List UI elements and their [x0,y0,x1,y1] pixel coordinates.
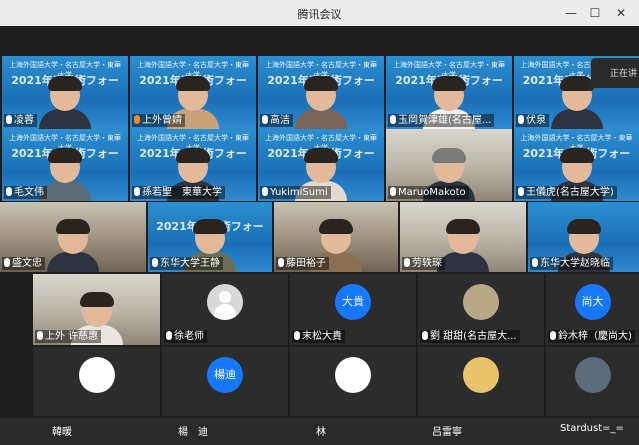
mic-icon [518,187,524,196]
mic-icon [294,331,300,340]
avatar: 楊迪 [207,357,243,393]
avatar [335,357,371,393]
title-bar: 腾讯会议 — ☐ ✕ [0,0,639,26]
video-tile[interactable]: 楊迪 [162,347,288,416]
participant-video [295,76,347,129]
video-tile[interactable]: 劳轶琛 [400,202,526,272]
participant-name: 吕雷寧 [432,427,462,438]
participant-name: 楊 迪 [178,427,208,438]
participant-name: 东华大学王静 [150,257,223,270]
video-tile[interactable]: 尚大 鈴木梓（慶尚大) [546,274,639,345]
video-tile[interactable]: 上海外国語大学・名古屋大学・東華大学 2021年度学術フォーラム 上外曾婧 [130,56,256,129]
avatar [463,284,499,320]
video-tile[interactable]: 2021年度学術フォーラム 东华大学王静 [148,202,272,272]
participant-name: 毛文伟 [4,186,47,199]
minimize-icon[interactable]: — [562,4,580,22]
participant-name: MaruoMakoto [388,186,469,199]
participant-name: 东华大学赵晓临 [530,257,613,270]
participant-name: YukimiSumi [260,186,331,199]
mic-icon [390,187,396,196]
mic-icon [134,187,140,196]
participant-name: 盛文忠 [2,257,45,270]
video-tile[interactable]: 东华大学赵晓临 [528,202,639,272]
mic-icon [4,258,10,267]
name-strip: 韓暖 楊 迪 林 吕雷寧 Stardust=_= [0,418,639,445]
video-tile[interactable]: 上外 许慈惠 [33,274,160,345]
video-tile[interactable] [290,347,416,416]
participant-name: 劉 甜甜(名古屋大... [420,330,520,343]
video-tile[interactable]: 上海外国語大学・名古屋大学・東華大学 2021年度学術フォーラム 王儀虎(名古屋… [514,129,639,201]
video-tile[interactable]: MaruoMakoto [386,129,512,201]
avatar [78,357,115,393]
video-tile[interactable]: 上海外国語大学・名古屋大学・東華大学 2021年度学術フォーラム 高洁 [258,56,384,129]
video-tile[interactable]: 盛文忠 [0,202,146,272]
participant-name: 高洁 [260,114,293,127]
mic-icon [37,331,43,340]
window-title: 腾讯会议 [297,8,342,21]
mic-icon [152,258,158,267]
close-icon[interactable]: ✕ [612,4,630,22]
participant-name: 玉岡賀津雄(名古屋... [388,114,495,127]
mic-icon [166,331,172,340]
video-gallery: 上海外国語大学・名古屋大学・東華大学 2021年度学術フォーラム 凌蓉 上海外国… [0,26,639,445]
participant-name: 王儀虎(名古屋大学) [516,186,617,199]
participant-video [39,76,91,129]
default-avatar-icon [207,284,243,320]
video-tile[interactable]: 大貴 末松大貴 [290,274,416,345]
mic-icon [262,187,268,196]
video-tile[interactable]: 上海外国語大学・名古屋大学・東華大学 2021年度学術フォーラム 玉岡賀津雄(名… [386,56,512,129]
participant-name: 韓暖 [52,427,72,438]
participant-name: Stardust=_= [560,423,624,434]
speaker-label: 正在讲 [609,69,637,79]
participant-name: 徐老师 [164,330,207,343]
video-tile[interactable] [33,347,160,416]
video-tile[interactable] [546,347,639,416]
video-tile[interactable]: 上海外国語大学・名古屋大学・東華大学 2021年度学術フォーラム YukimiS… [258,129,384,201]
mic-icon [134,115,140,124]
participant-video [47,219,99,272]
video-tile[interactable]: 上海外国語大学・名古屋大学・東華大学 2021年度学術フォーラム 毛文伟 [2,129,128,201]
avatar: 尚大 [574,284,611,320]
maximize-icon[interactable]: ☐ [586,4,604,22]
avatar [574,357,611,393]
video-tile[interactable]: 劉 甜甜(名古屋大... [418,274,544,345]
participant-name: 林 [316,427,326,438]
avatar [463,357,499,393]
avatar: 大貴 [335,284,371,320]
participant-name: 上外 许慈惠 [35,330,102,343]
video-tile[interactable]: 藤田裕子 [274,202,398,272]
mic-icon [390,115,396,124]
participant-name: 伏泉 [516,114,549,127]
mic-icon [6,115,12,124]
mic-icon [404,258,410,267]
mic-icon [518,115,524,124]
mic-icon [262,115,268,124]
participant-name: 凌蓉 [4,114,37,127]
mic-icon [422,331,428,340]
video-tile[interactable]: 上海外国語大学・名古屋大学・東華大学 2021年度学術フォーラム 凌蓉 [2,56,128,129]
video-tile[interactable]: 上海外国語大学・名古屋大学・東華大学 2021年度学術フォーラム 孫若聖 東華大… [130,129,256,201]
participant-name: 鈴木梓（慶尚大) [548,330,635,343]
mic-icon [278,258,284,267]
speaker-indicator: 正在讲 [591,58,639,88]
participant-name: 藤田裕子 [276,257,329,270]
participant-name: 孫若聖 東華大学 [132,186,225,199]
participant-name: 劳轶琛 [402,257,445,270]
participant-name: 上外曾婧 [132,114,185,127]
mic-icon [550,331,556,340]
participant-name: 末松大貴 [292,330,345,343]
mic-icon [6,187,12,196]
mic-icon [532,258,538,267]
video-tile[interactable]: 徐老师 [162,274,288,345]
video-tile[interactable] [418,347,544,416]
